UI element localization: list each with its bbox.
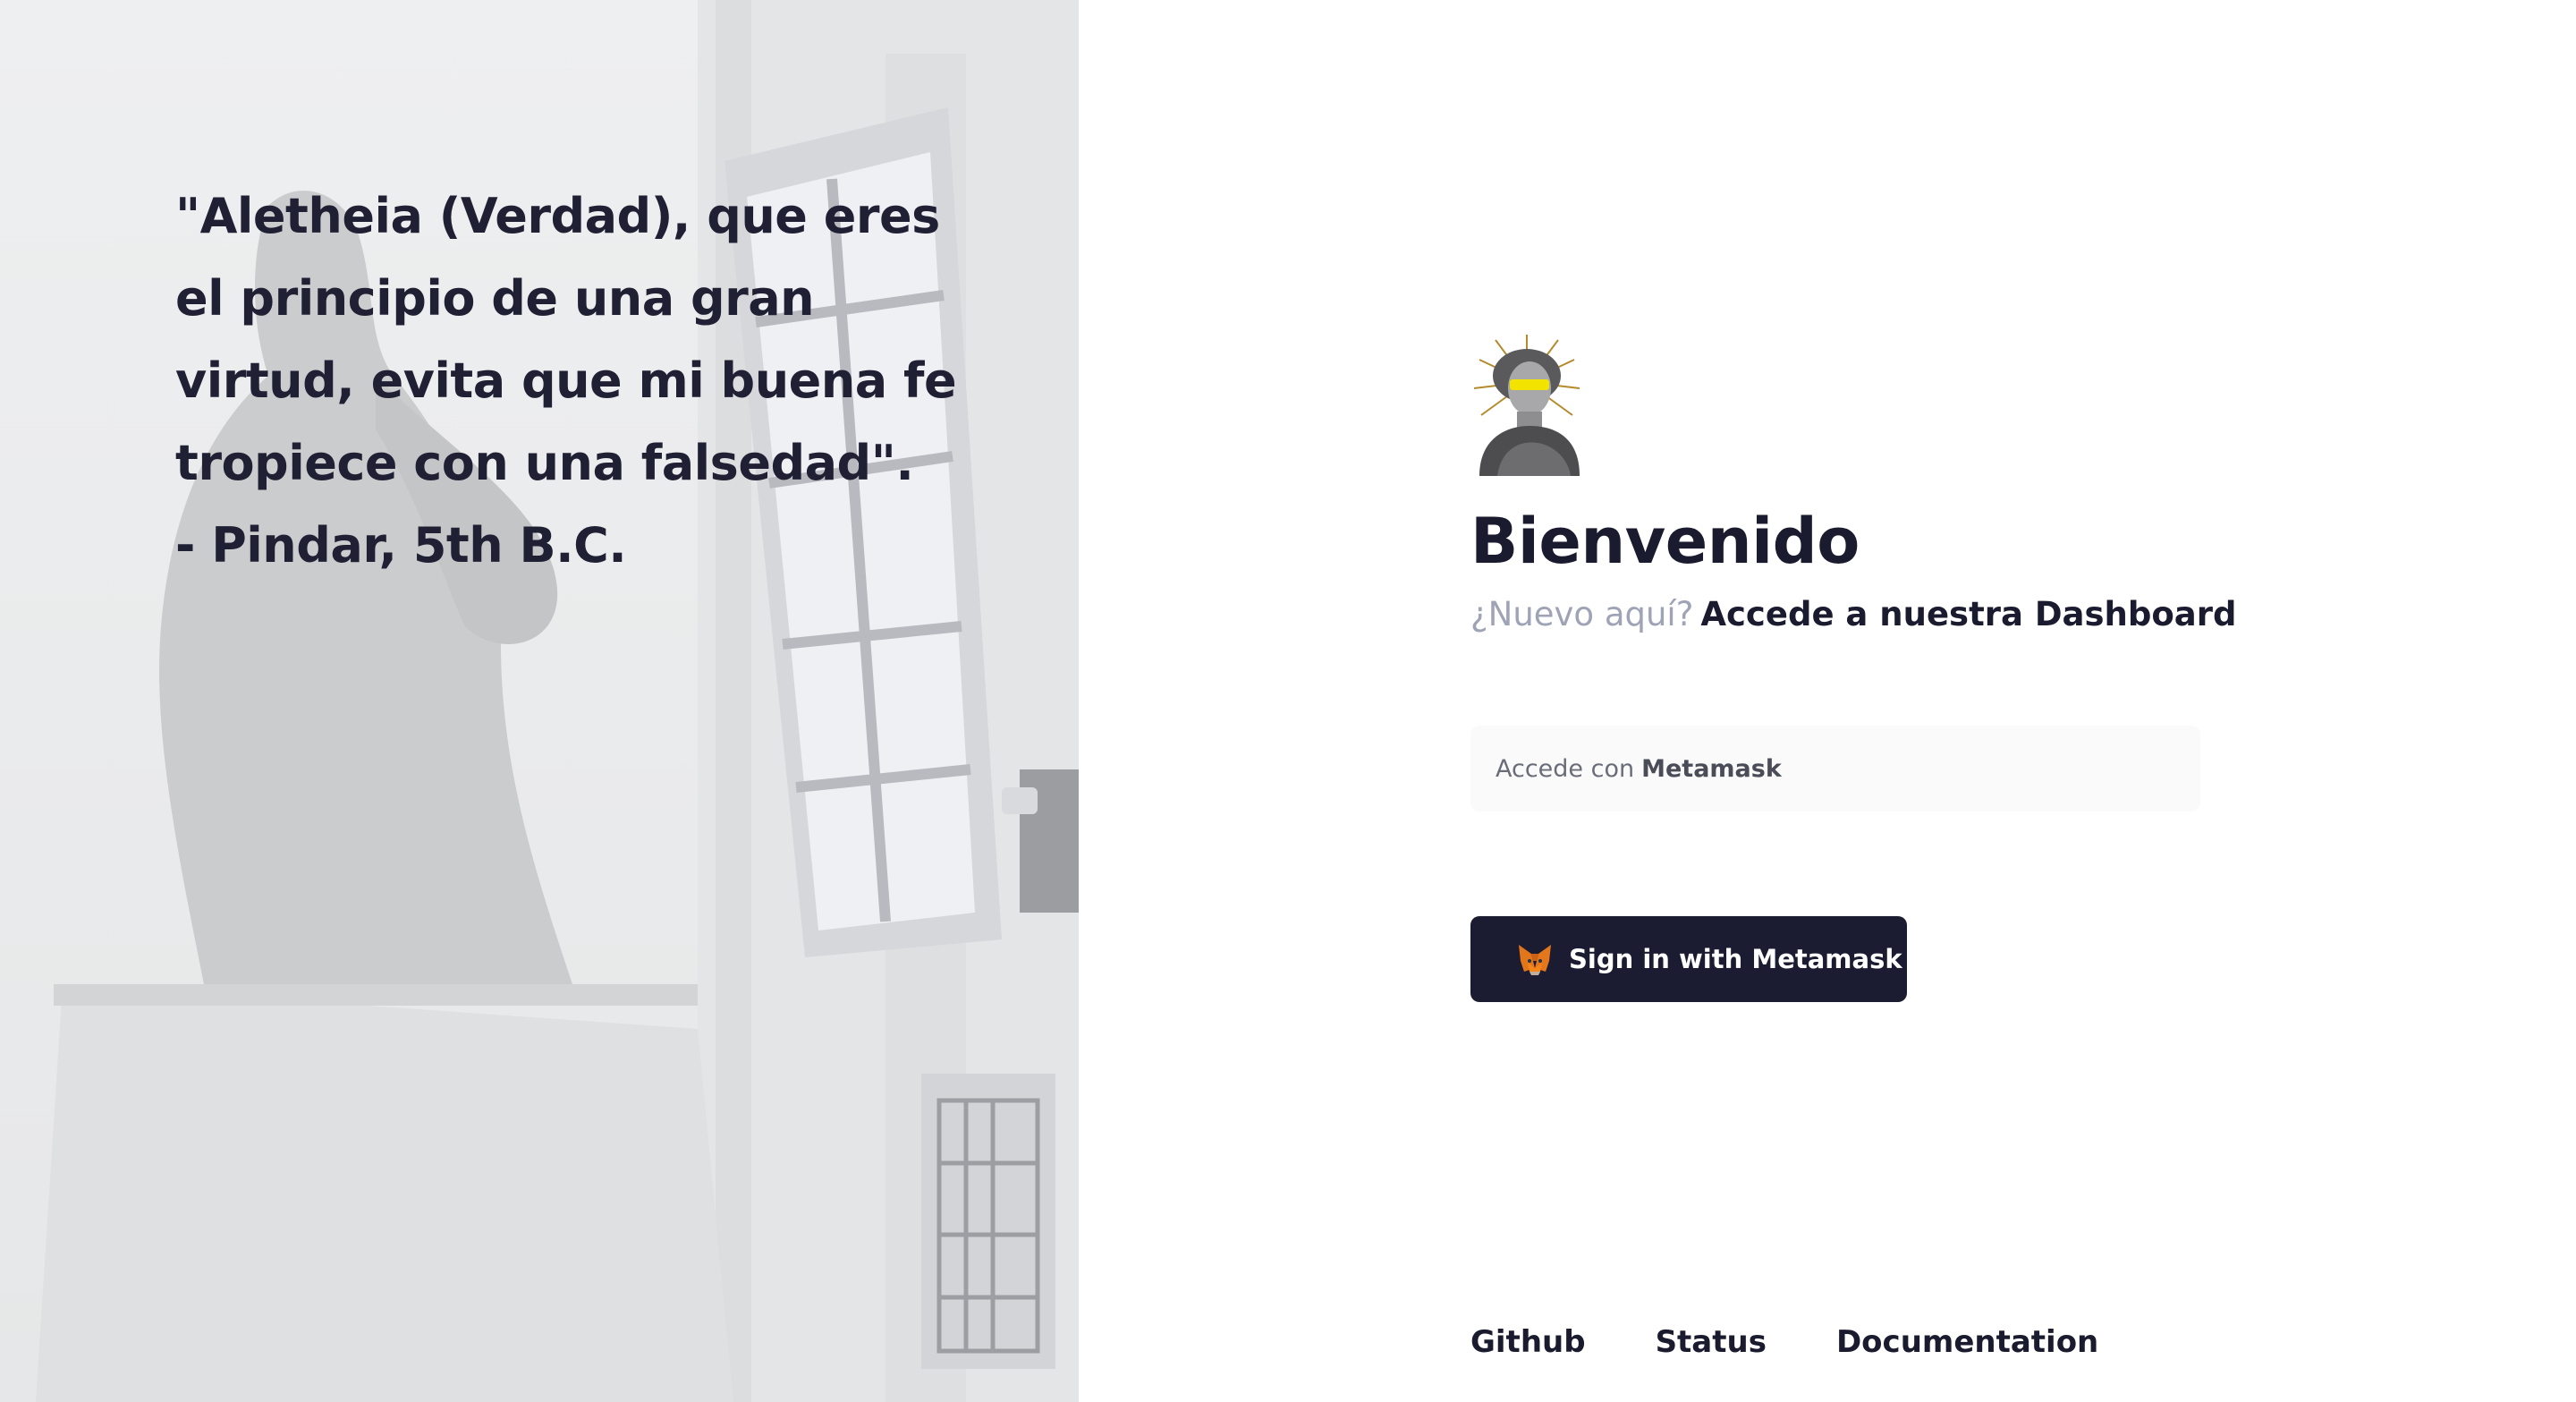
footer-links: Github Status Documentation <box>1470 1324 2098 1360</box>
quote-line: "Aletheia (Verdad), que eres <box>175 188 940 244</box>
quote-line: el principio de una gran <box>175 270 815 327</box>
quote-line: virtud, evita que mi buena fe <box>175 353 957 409</box>
field-label-strong: Metamask <box>1641 754 1782 783</box>
footer-link-documentation[interactable]: Documentation <box>1836 1324 2098 1360</box>
metamask-login-field: Accede con Metamask <box>1470 726 2200 811</box>
statue-bust-logo <box>1473 335 1580 476</box>
field-label: Accede con <box>1496 754 1635 783</box>
quote-attribution: - Pindar, 5th B.C. <box>175 517 627 574</box>
login-page: "Aletheia (Verdad), que eres el principi… <box>0 0 2576 1402</box>
page-title: Bienvenido <box>1470 505 1860 578</box>
sign-in-metamask-button[interactable]: Sign in with Metamask <box>1470 916 1907 1002</box>
quote-line: tropiece con una falsedad". <box>175 435 914 491</box>
footer-link-status[interactable]: Status <box>1656 1324 1767 1360</box>
dashboard-link[interactable]: Accede a nuestra Dashboard <box>1700 595 2236 633</box>
footer-link-github[interactable]: Github <box>1470 1324 1586 1360</box>
sign-in-button-label: Sign in with Metamask <box>1569 944 1902 974</box>
login-panel: Bienvenido ¿Nuevo aquí? Accede a nuestra … <box>1079 0 2576 1402</box>
signup-prompt: ¿Nuevo aquí? Accede a nuestra Dashboard <box>1470 592 2237 637</box>
metamask-fox-icon <box>1519 945 1551 975</box>
hero-image-panel: "Aletheia (Verdad), que eres el principi… <box>0 0 1079 1402</box>
quote-text: "Aletheia (Verdad), que eres el principi… <box>175 175 957 587</box>
signup-prompt-text: ¿Nuevo aquí? <box>1470 595 1694 633</box>
